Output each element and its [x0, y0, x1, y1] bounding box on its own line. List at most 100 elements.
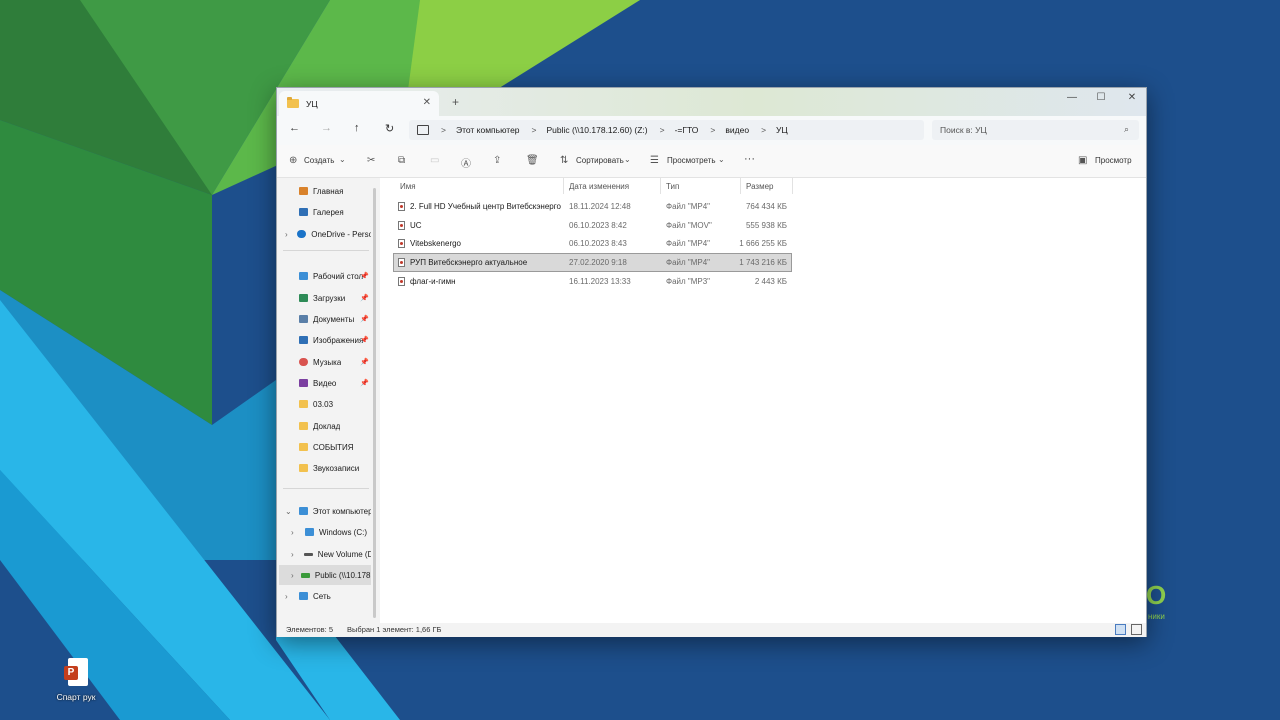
desktop-shortcut-powerpoint[interactable]: P Спарт рук: [52, 658, 100, 702]
chevron-right-icon[interactable]: ›: [291, 571, 297, 580]
sidebar-item-label: Звукозаписи: [313, 463, 360, 473]
file-size: 555 938 КБ: [745, 221, 787, 230]
sidebar-item-downloads[interactable]: Загрузки 📌: [285, 288, 371, 308]
file-name: 2. Full HD Учебный центр Витебскэнерго: [410, 202, 561, 211]
sidebar-item-drive-c[interactable]: › Windows (C:): [291, 522, 371, 542]
chevron-right-icon[interactable]: ›: [285, 230, 293, 239]
sort-button[interactable]: Сортировать: [576, 156, 624, 165]
sidebar-item-label: Этот компьютер: [312, 506, 371, 516]
file-type: Файл "MOV": [666, 221, 712, 230]
file-type: Файл "MP4": [666, 258, 711, 267]
tiles-view-button[interactable]: [1131, 624, 1142, 635]
rename-icon[interactable]: Ⓐ: [461, 155, 471, 170]
refresh-button[interactable]: ↻: [385, 122, 394, 135]
sidebar-item-drive-d[interactable]: › New Volume (D:): [291, 544, 371, 564]
breadcrumb-this-pc[interactable]: Этот компьютер: [456, 125, 520, 135]
breadcrumb-video[interactable]: видео: [725, 125, 749, 135]
view-icon: ☰: [650, 155, 659, 166]
tab-close-icon[interactable]: ✕: [423, 97, 431, 108]
item-count: Элементов: 5: [286, 625, 334, 634]
sidebar-item-drive-z[interactable]: › Public (\\10.178.12.60) (Z:): [279, 565, 371, 585]
sidebar-item-folder-0303[interactable]: 03.03: [285, 394, 371, 414]
delete-icon[interactable]: 🗑: [526, 155, 539, 166]
file-date: 18.11.2024 12:48: [569, 202, 631, 211]
paste-icon[interactable]: ▭: [430, 155, 439, 166]
address-bar[interactable]: > Этот компьютер > Public (\\10.178.12.6…: [409, 120, 924, 140]
chevron-right-icon[interactable]: ›: [285, 592, 295, 601]
back-button[interactable]: ←: [289, 122, 300, 134]
sidebar-item-onedrive[interactable]: › OneDrive - Personal: [285, 224, 371, 244]
sidebar-item-network[interactable]: › Сеть: [285, 586, 371, 606]
breadcrumb-separator: >: [761, 125, 767, 135]
status-bar: Элементов: 5 Выбран 1 элемент: 1,66 ГБ: [277, 623, 1146, 637]
sidebar-item-label: Рабочий стол: [313, 271, 364, 281]
chevron-right-icon[interactable]: ›: [291, 528, 301, 537]
chevron-down-icon[interactable]: ⌄: [285, 507, 295, 516]
column-header-type[interactable]: Тип: [660, 178, 740, 194]
sidebar-item-label: 03.03: [313, 399, 334, 409]
close-button[interactable]: ✕: [1117, 92, 1147, 103]
copy-icon[interactable]: ⧉: [398, 155, 405, 166]
sidebar-item-label: Windows (C:): [319, 527, 368, 537]
file-explorer-window: УЦ ✕ + — ☐ ✕ ← → ↑ ↻ > Этот компьютер > …: [276, 87, 1147, 637]
sidebar-item-this-pc[interactable]: ⌄ Этот компьютер: [285, 501, 371, 521]
file-date: 27.02.2020 9:18: [569, 258, 627, 267]
sidebar-item-folder-report[interactable]: Доклад: [285, 416, 371, 436]
navigation-pane-scrollbar[interactable]: [373, 188, 376, 618]
file-list: Имя Дата изменения Тип Размер 2. Full HD…: [380, 178, 1146, 623]
pictures-icon: [299, 336, 308, 344]
create-button[interactable]: Создать: [304, 156, 334, 165]
forward-button[interactable]: →: [321, 122, 332, 134]
video-file-icon: [398, 202, 405, 211]
sidebar-item-folder-events[interactable]: СОБЫТИЯ: [285, 437, 371, 457]
new-icon: ⊕: [289, 155, 298, 166]
sidebar-item-label: Public (\\10.178.12.60) (Z:): [314, 570, 371, 580]
table-row-selected[interactable]: РУП Витебскэнерго актуальное 27.02.2020 …: [393, 253, 792, 272]
up-button[interactable]: ↑: [354, 122, 360, 134]
network-drive-icon: [300, 572, 310, 578]
sidebar-item-documents[interactable]: Документы 📌: [285, 309, 371, 329]
search-placeholder: Поиск в: УЦ: [940, 125, 987, 135]
minimize-button[interactable]: —: [1057, 92, 1087, 103]
cut-icon[interactable]: ✂: [367, 155, 375, 166]
breadcrumb-public-drive[interactable]: Public (\\10.178.12.60) (Z:): [547, 125, 648, 135]
file-name: Vitebskenergo: [410, 239, 461, 248]
file-size: 1 666 255 КБ: [739, 239, 787, 248]
table-row[interactable]: UC 06.10.2023 8:42 Файл "MOV" 555 938 КБ: [394, 217, 791, 234]
breadcrumb-gto[interactable]: -=ГТО: [675, 125, 699, 135]
sidebar-item-music[interactable]: Музыка 📌: [285, 352, 371, 372]
sidebar-item-label: Доклад: [313, 421, 341, 431]
tab-title: УЦ: [306, 98, 318, 109]
maximize-button[interactable]: ☐: [1086, 92, 1116, 103]
tab-uc[interactable]: УЦ ✕: [279, 91, 439, 116]
sidebar-item-desktop[interactable]: Рабочий стол 📌: [285, 266, 371, 286]
details-view-button[interactable]: [1115, 624, 1126, 635]
preview-button[interactable]: Просмотр: [1095, 156, 1132, 165]
breadcrumb-separator: >: [659, 125, 665, 135]
video-icon: [299, 379, 308, 387]
sidebar-item-gallery[interactable]: Галерея: [285, 202, 371, 222]
column-header-date[interactable]: Дата изменения: [563, 178, 659, 194]
chevron-right-icon[interactable]: ›: [291, 550, 300, 559]
new-tab-button[interactable]: +: [452, 95, 459, 109]
sidebar-item-pictures[interactable]: Изображения 📌: [285, 330, 371, 350]
column-header-size[interactable]: Размер: [740, 178, 792, 194]
search-input[interactable]: Поиск в: УЦ ⌕: [932, 120, 1139, 140]
column-header-name[interactable]: Имя: [394, 178, 558, 194]
computer-icon: [417, 125, 429, 135]
breadcrumb-uc[interactable]: УЦ: [776, 125, 788, 135]
table-row[interactable]: 2. Full HD Учебный центр Витебскэнерго 1…: [394, 198, 791, 215]
folder-icon: [299, 443, 308, 451]
table-row[interactable]: флаг-и-гимн 16.11.2023 13:33 Файл "MP3" …: [394, 273, 791, 290]
sidebar-item-videos[interactable]: Видео 📌: [285, 373, 371, 393]
share-icon[interactable]: ⇪: [493, 155, 501, 166]
sidebar-item-folder-recordings[interactable]: Звукозаписи: [285, 458, 371, 478]
sidebar-item-home[interactable]: Главная: [285, 181, 371, 201]
command-bar: ⊕ Создать ⌄ ✂ ⧉ ▭ Ⓐ ⇪ 🗑 ⇅ Сортировать ⌄ …: [277, 145, 1146, 178]
view-button[interactable]: Просмотреть: [667, 156, 716, 165]
table-row[interactable]: Vitebskenergo 06.10.2023 8:43 Файл "MP4"…: [394, 235, 791, 252]
chevron-down-icon: ⌄: [624, 155, 631, 164]
selection-info: Выбран 1 элемент: 1,66 ГБ: [347, 625, 442, 634]
more-options-button[interactable]: ···: [744, 153, 755, 165]
file-size: 1 743 216 КБ: [739, 258, 787, 267]
